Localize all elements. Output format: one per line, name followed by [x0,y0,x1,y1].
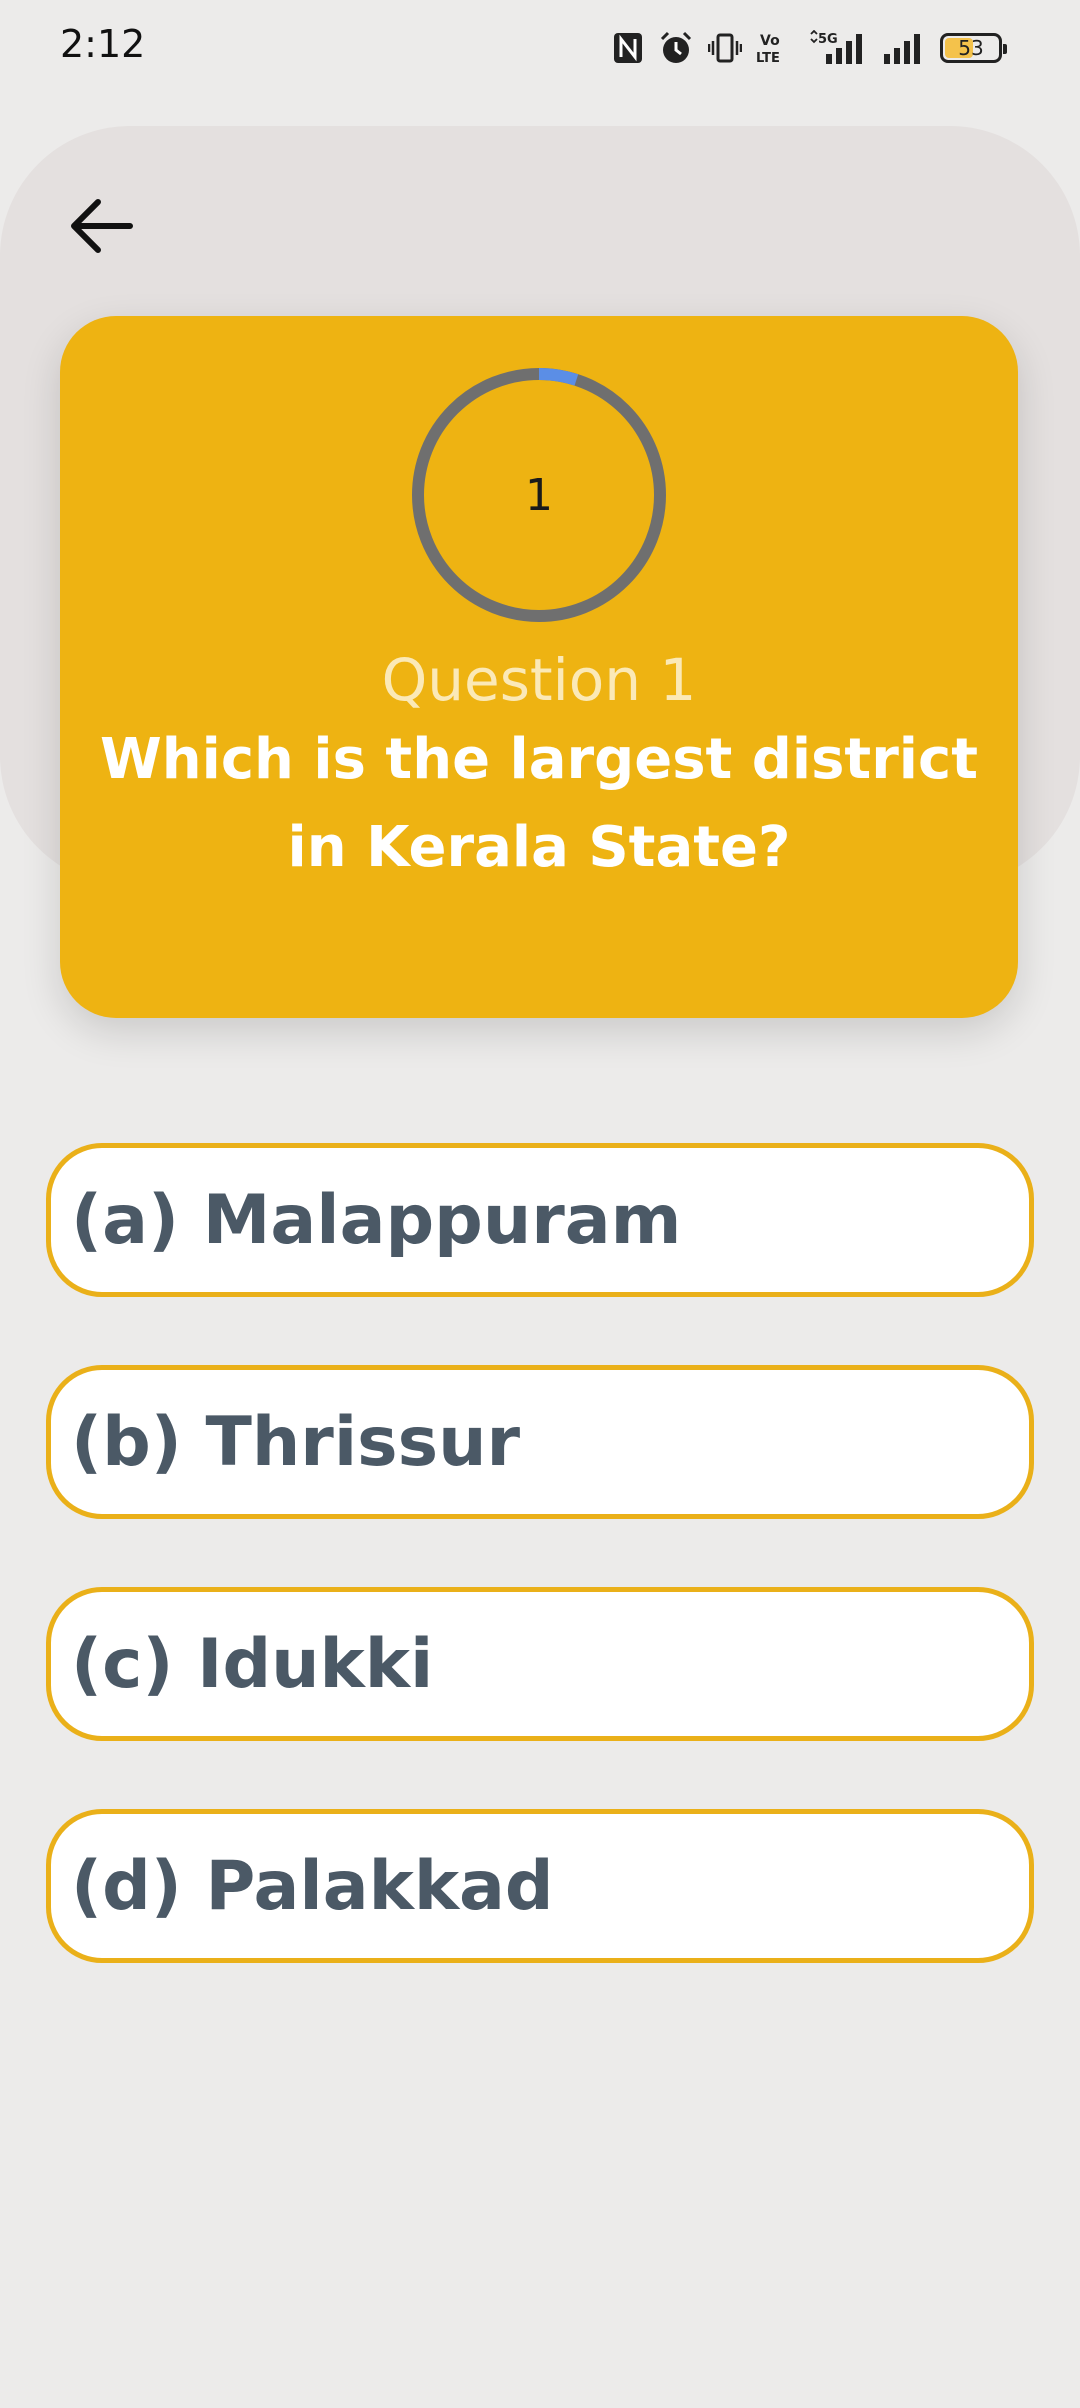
status-time: 2:12 [60,22,146,66]
option-label: (c) Idukki [71,1624,434,1704]
question-card: 1 Question 1 Which is the largest distri… [60,316,1018,1018]
svg-text:LTE: LTE [756,51,780,66]
status-bar: 2:12 Vo LTE 5G 53 [0,0,1080,96]
option-label: (a) Malappuram [71,1180,682,1260]
signal-5g-icon: 5G [808,30,868,66]
alarm-icon [658,30,694,66]
nfc-icon [612,31,644,65]
svg-text:Vo: Vo [760,33,780,49]
option-label: (d) Palakkad [71,1846,554,1926]
option-d-button[interactable]: (d) Palakkad [46,1809,1034,1963]
arrow-left-icon [71,199,133,253]
vibrate-icon [708,31,742,65]
svg-text:5G: 5G [818,32,838,47]
status-icons: Vo LTE 5G 53 [612,28,1007,68]
option-label: (b) Thrissur [71,1402,521,1482]
countdown-timer: 1 [410,366,668,624]
volte-icon: Vo LTE [756,30,794,66]
option-c-button[interactable]: (c) Idukki [46,1587,1034,1741]
option-b-button[interactable]: (b) Thrissur [46,1365,1034,1519]
battery-level: 53 [958,36,984,60]
battery-icon: 53 [940,33,1007,63]
question-text: Which is the largest district in Kerala … [100,727,978,880]
option-a-button[interactable]: (a) Malappuram [46,1143,1034,1297]
signal-icon [882,30,926,66]
back-button[interactable] [64,188,140,264]
question-number: Question 1 [381,646,697,714]
timer-count: 1 [525,469,553,521]
